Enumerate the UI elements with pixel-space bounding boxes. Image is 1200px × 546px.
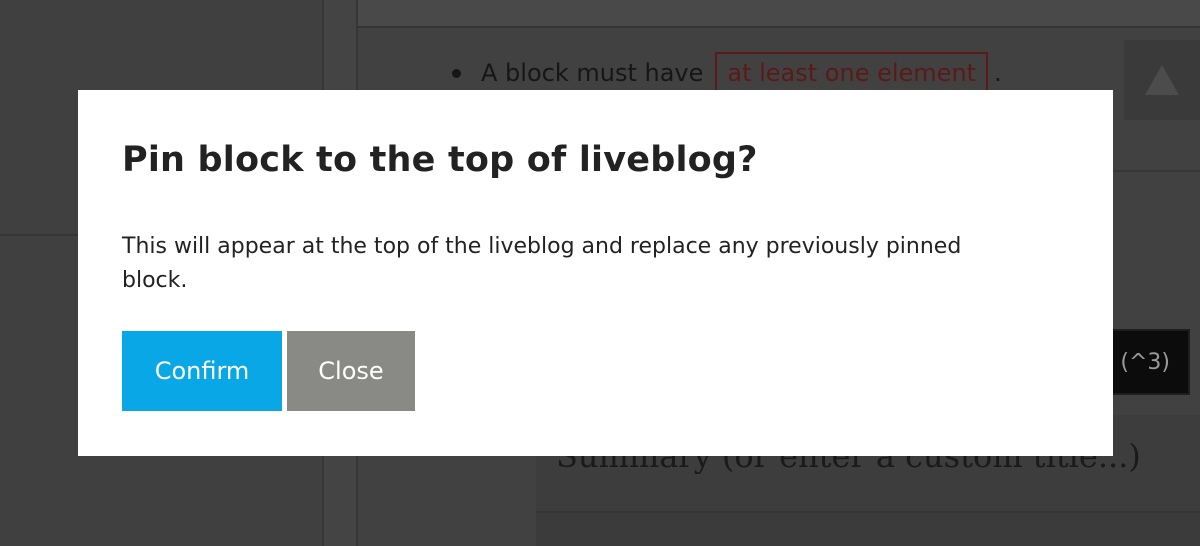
dialog-actions: Confirm Close: [122, 331, 415, 411]
close-button[interactable]: Close: [287, 331, 415, 411]
warning-icon: [1145, 65, 1179, 95]
pin-block-dialog: Pin block to the top of liveblog? This w…: [78, 90, 1113, 456]
background-validation-rule: A block must have at least one element .: [452, 52, 1002, 94]
dialog-title: Pin block to the top of liveblog?: [122, 140, 758, 180]
page: A block must have at least one element .…: [0, 0, 1200, 546]
rule-suffix: .: [994, 59, 1002, 87]
rule-highlight: at least one element: [715, 52, 989, 94]
confirm-button[interactable]: Confirm: [122, 331, 282, 411]
bullet-icon: [452, 68, 461, 78]
background-warning-button: [1124, 40, 1200, 120]
rule-text: A block must have: [481, 59, 704, 87]
background-dark-button: (^3): [1100, 329, 1190, 395]
background-lower-strip: [536, 513, 1200, 546]
background-top-strip: [358, 0, 1200, 28]
dialog-message: This will appear at the top of the liveb…: [122, 234, 962, 293]
background-divider: [1112, 170, 1200, 172]
